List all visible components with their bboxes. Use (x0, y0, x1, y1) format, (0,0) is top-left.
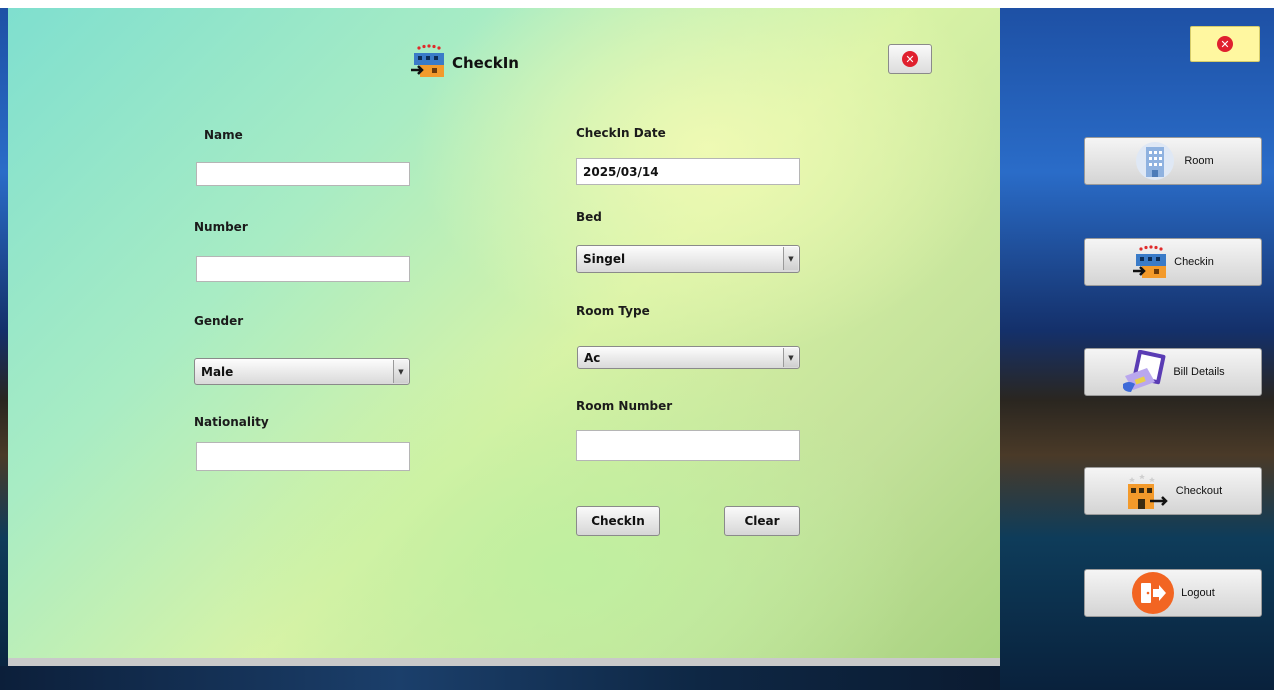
sidebar-item-room[interactable]: Room (1084, 137, 1262, 185)
form-close-button[interactable]: ✕ (888, 44, 932, 74)
clear-button[interactable]: Clear (724, 506, 800, 536)
logout-door-icon (1131, 571, 1175, 615)
close-icon: ✕ (1217, 36, 1233, 52)
sidebar-item-label: Bill Details (1173, 366, 1225, 378)
room-type-selected-value: Ac (584, 351, 601, 365)
form-title: CheckIn (452, 54, 519, 72)
checkin-date-label: CheckIn Date (576, 126, 666, 140)
nationality-field[interactable] (196, 442, 410, 471)
chevron-down-icon[interactable]: ▼ (783, 348, 798, 367)
number-field[interactable] (196, 256, 410, 282)
room-number-label: Room Number (576, 399, 673, 413)
hotel-checkin-icon (410, 44, 446, 82)
top-border (0, 0, 1274, 8)
bed-selected-value: Singel (583, 252, 626, 266)
sidebar-item-label: Checkout (1175, 485, 1223, 497)
sidebar-close-button[interactable]: ✕ (1190, 26, 1260, 62)
name-label: Name (204, 128, 243, 142)
bill-card-icon (1121, 350, 1167, 394)
background-strip (0, 666, 1000, 690)
checkin-button[interactable]: CheckIn (576, 506, 660, 536)
close-icon: ✕ (902, 51, 918, 67)
gender-selected-value: Male (201, 365, 234, 379)
name-field[interactable] (196, 162, 410, 186)
gender-label: Gender (194, 314, 244, 328)
sidebar-item-label: Checkin (1174, 256, 1214, 268)
sidebar-item-checkout[interactable]: Checkout (1084, 467, 1262, 515)
sidebar-item-label: Logout (1181, 587, 1215, 599)
checkin-date-field[interactable]: 2025/03/14 (576, 158, 800, 185)
bed-label: Bed (576, 210, 602, 224)
hotel-checkout-icon (1124, 471, 1170, 511)
sidebar-item-checkin[interactable]: Checkin (1084, 238, 1262, 286)
form-header: CheckIn (410, 44, 519, 82)
hotel-checkin-icon (1132, 245, 1168, 279)
room-number-field[interactable] (576, 430, 800, 461)
room-building-icon (1132, 141, 1178, 181)
number-label: Number (194, 220, 248, 234)
bed-select[interactable]: Singel ▼ (576, 245, 800, 273)
room-type-label: Room Type (576, 304, 650, 318)
chevron-down-icon[interactable]: ▼ (783, 247, 798, 270)
sidebar-item-label: Room (1184, 155, 1214, 167)
form-bottom-border (8, 658, 1000, 666)
nationality-label: Nationality (194, 415, 269, 429)
room-type-select[interactable]: Ac ▼ (577, 346, 800, 369)
sidebar-item-logout[interactable]: Logout (1084, 569, 1262, 617)
chevron-down-icon[interactable]: ▼ (393, 360, 408, 383)
gender-select[interactable]: Male ▼ (194, 358, 410, 385)
sidebar-item-bill-details[interactable]: Bill Details (1084, 348, 1262, 396)
checkin-form-panel (8, 8, 1000, 658)
